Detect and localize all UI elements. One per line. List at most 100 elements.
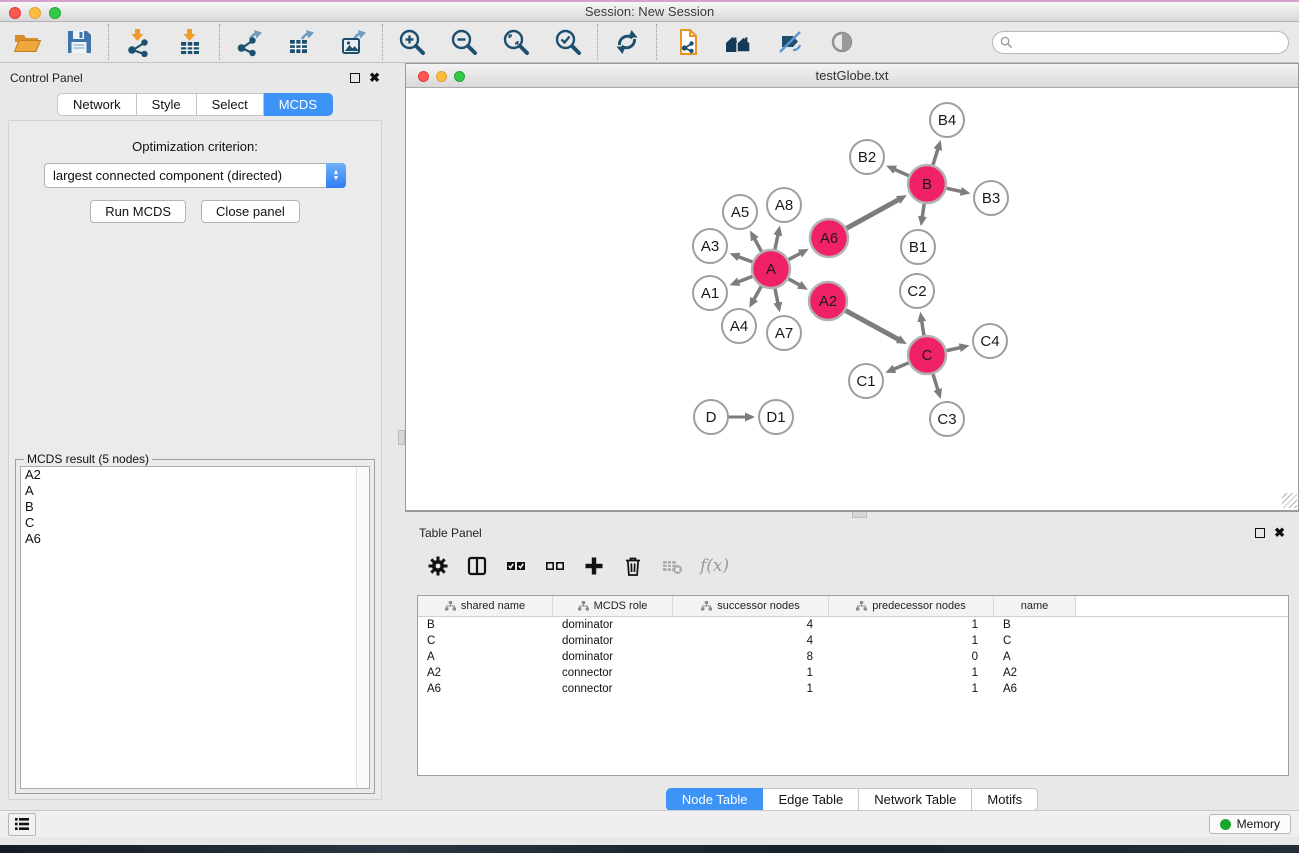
column-header-name[interactable]: name (994, 596, 1076, 616)
edge-A-A5[interactable] (754, 238, 762, 252)
zoom-window-button[interactable] (49, 7, 61, 19)
column-header-MCDS-role[interactable]: MCDS role (553, 596, 673, 616)
tab-mcds[interactable]: MCDS (264, 93, 333, 116)
cell[interactable]: connector (553, 683, 673, 695)
zoom-fit-icon[interactable] (501, 27, 531, 57)
cell[interactable]: 4 (673, 635, 829, 647)
memory-button[interactable]: Memory (1209, 814, 1291, 834)
tab-select[interactable]: Select (197, 93, 264, 116)
cell[interactable]: 1 (673, 667, 829, 679)
delete-columns-trash-icon[interactable] (622, 555, 644, 577)
zoom-selected-icon[interactable] (553, 27, 583, 57)
toggle-visibility-icon[interactable] (827, 27, 857, 57)
edge-C-C4[interactable] (946, 348, 961, 351)
resize-grip-icon[interactable] (1282, 493, 1297, 508)
cell[interactable]: 1 (673, 683, 829, 695)
cell[interactable]: C (994, 635, 1076, 647)
cell[interactable]: 1 (829, 683, 994, 695)
cell[interactable]: 1 (829, 619, 994, 631)
cell[interactable]: A6 (994, 683, 1076, 695)
float-panel-icon[interactable] (350, 73, 360, 83)
table-row[interactable]: A2connector11A2 (418, 665, 1288, 681)
result-item[interactable]: A (21, 483, 369, 499)
network-window-titlebar[interactable]: testGlobe.txt (406, 64, 1298, 88)
minimize-window-button[interactable] (29, 7, 41, 19)
tab-network-table[interactable]: Network Table (859, 788, 972, 811)
cell[interactable]: 1 (829, 635, 994, 647)
node-table[interactable]: shared nameMCDS rolesuccessor nodesprede… (417, 595, 1289, 776)
close-table-panel-icon[interactable]: ✖ (1274, 528, 1285, 538)
cell[interactable]: A2 (418, 667, 553, 679)
hide-labels-icon[interactable] (775, 27, 805, 57)
edge-B-B2[interactable] (894, 169, 909, 176)
apply-layout-icon[interactable] (612, 27, 642, 57)
export-image-icon[interactable] (338, 27, 368, 57)
result-item[interactable]: C (21, 515, 369, 531)
edge-C-C2[interactable] (922, 321, 924, 337)
tab-edge-table[interactable]: Edge Table (763, 788, 859, 811)
edge-C-C1[interactable] (894, 362, 910, 369)
edge-A-A1[interactable] (738, 276, 753, 282)
search-input[interactable] (1013, 35, 1288, 49)
close-window-button[interactable] (9, 7, 21, 19)
export-network-icon[interactable] (234, 27, 264, 57)
column-header-shared-name[interactable]: shared name (418, 596, 553, 616)
cell[interactable]: dominator (553, 651, 673, 663)
edge-A6-B[interactable] (846, 199, 899, 228)
cell[interactable]: B (418, 619, 553, 631)
column-header-predecessor-nodes[interactable]: predecessor nodes (829, 596, 994, 616)
cell[interactable]: B (994, 619, 1076, 631)
cell[interactable]: A2 (994, 667, 1076, 679)
run-mcds-button[interactable]: Run MCDS (90, 200, 186, 223)
cell[interactable]: connector (553, 667, 673, 679)
save-session-icon[interactable] (64, 27, 94, 57)
cell[interactable]: dominator (553, 635, 673, 647)
table-row[interactable]: Bdominator41B (418, 617, 1288, 633)
zoom-out-icon[interactable] (449, 27, 479, 57)
column-manager-icon[interactable] (466, 555, 488, 577)
divider-handle-icon[interactable] (852, 512, 867, 518)
cell[interactable]: 8 (673, 651, 829, 663)
table-row[interactable]: A6connector11A6 (418, 681, 1288, 697)
edge-A-A4[interactable] (754, 286, 762, 300)
table-row[interactable]: Cdominator41C (418, 633, 1288, 649)
cell[interactable]: C (418, 635, 553, 647)
tab-network[interactable]: Network (57, 93, 137, 116)
import-network-icon[interactable] (123, 27, 153, 57)
horizontal-divider[interactable] (405, 511, 1299, 519)
criterion-dropdown[interactable]: largest connected component (directed) ▲… (44, 163, 346, 188)
tab-node-table[interactable]: Node Table (666, 788, 764, 811)
result-item[interactable]: B (21, 499, 369, 515)
cell[interactable]: 4 (673, 619, 829, 631)
cell[interactable]: 0 (829, 651, 994, 663)
import-table-icon[interactable] (175, 27, 205, 57)
task-history-button[interactable] (8, 813, 36, 836)
zoom-in-icon[interactable] (397, 27, 427, 57)
tab-motifs[interactable]: Motifs (972, 788, 1038, 811)
result-list-scrollbar[interactable] (356, 467, 369, 788)
table-settings-gear-icon[interactable] (427, 555, 449, 577)
search-field[interactable] (992, 31, 1289, 54)
cell[interactable]: A (994, 651, 1076, 663)
network-canvas[interactable]: B4B2BB3A8A5A6A3B1AA1C2A2A4A7C4CC1C3DD1 (406, 88, 1298, 509)
result-item[interactable]: A2 (21, 467, 369, 483)
open-browser-home-icon[interactable] (723, 27, 753, 57)
cell[interactable]: dominator (553, 619, 673, 631)
select-all-icon[interactable] (505, 555, 527, 577)
export-table-icon[interactable] (286, 27, 316, 57)
float-table-panel-icon[interactable] (1255, 528, 1265, 538)
edge-A-A3[interactable] (738, 257, 753, 263)
minimize-view-button[interactable] (436, 71, 447, 82)
add-column-icon[interactable] (583, 555, 605, 577)
edge-B-B3[interactable] (946, 188, 962, 192)
close-panel-button[interactable]: Close panel (201, 200, 300, 223)
result-item[interactable]: A6 (21, 531, 369, 547)
network-graph[interactable]: B4B2BB3A8A5A6A3B1AA1C2A2A4A7C4CC1C3DD1 (406, 88, 1298, 509)
cell[interactable]: 1 (829, 667, 994, 679)
edge-C-C3[interactable] (933, 373, 938, 390)
edge-A-A8[interactable] (775, 234, 778, 250)
edge-A2-C[interactable] (845, 310, 899, 340)
edge-A-A7[interactable] (775, 288, 778, 304)
deselect-all-icon[interactable] (544, 555, 566, 577)
edge-A-A2[interactable] (788, 278, 801, 285)
